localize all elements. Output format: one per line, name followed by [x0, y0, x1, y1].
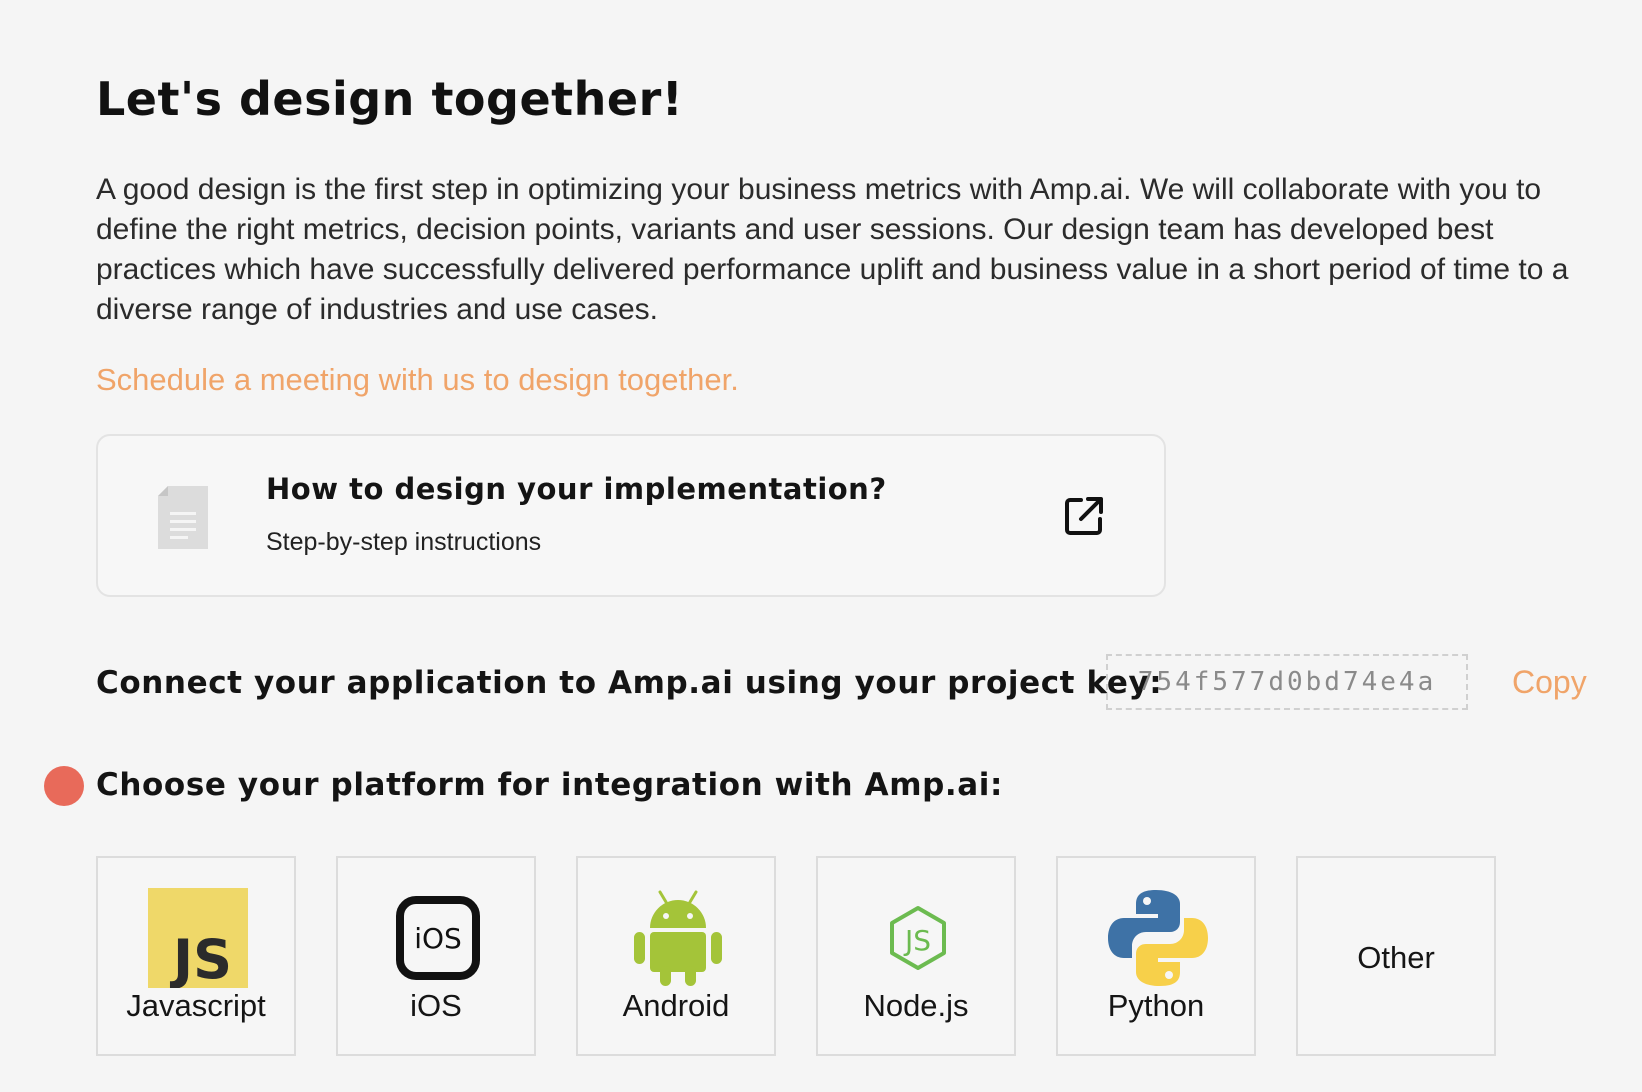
- platform-label-android: Android: [622, 988, 730, 1023]
- platform-label-other: Other: [1357, 940, 1435, 975]
- platform-section-label: Choose your platform for integration wit…: [96, 767, 1004, 803]
- schedule-meeting-link[interactable]: Schedule a meeting with us to design tog…: [96, 362, 739, 398]
- platform-label-python: Python: [1107, 988, 1205, 1023]
- python-icon: [1108, 890, 1208, 986]
- javascript-icon: JS: [148, 888, 248, 988]
- platform-tile-ios[interactable]: iOS iOS: [336, 856, 536, 1056]
- design-guide-card[interactable]: How to design your implementation? Step-…: [96, 434, 1166, 597]
- platform-tile-nodejs[interactable]: JS Node.js: [816, 856, 1016, 1056]
- platform-label-nodejs: Node.js: [863, 988, 969, 1023]
- guide-title: How to design your implementation?: [266, 472, 887, 506]
- project-key-label: Connect your application to Amp.ai using…: [96, 665, 1163, 701]
- platform-tile-python[interactable]: Python: [1056, 856, 1256, 1056]
- platform-label-ios: iOS: [410, 988, 462, 1023]
- nodejs-icon: JS: [890, 906, 946, 970]
- platform-tile-javascript[interactable]: JS Javascript: [96, 856, 296, 1056]
- platform-tile-android[interactable]: Android: [576, 856, 776, 1056]
- javascript-badge: JS: [169, 928, 232, 988]
- page-title: Let's design together!: [96, 72, 684, 126]
- platform-tile-other[interactable]: Other: [1296, 856, 1496, 1056]
- document-icon: [158, 486, 208, 549]
- intro-paragraph: A good design is the first step in optim…: [96, 173, 1569, 326]
- ios-icon: iOS: [396, 896, 480, 980]
- guide-subtitle: Step-by-step instructions: [266, 528, 542, 556]
- copy-key-button[interactable]: Copy: [1512, 664, 1587, 701]
- project-key-field[interactable]: 754f577d0bd74e4a: [1106, 654, 1468, 710]
- external-link-icon[interactable]: [1064, 496, 1104, 536]
- nodejs-badge: JS: [903, 924, 931, 957]
- platform-label-javascript: Javascript: [126, 988, 266, 1023]
- status-indicator-dot: [44, 766, 84, 806]
- ios-badge: iOS: [414, 922, 462, 955]
- android-icon: [634, 890, 722, 986]
